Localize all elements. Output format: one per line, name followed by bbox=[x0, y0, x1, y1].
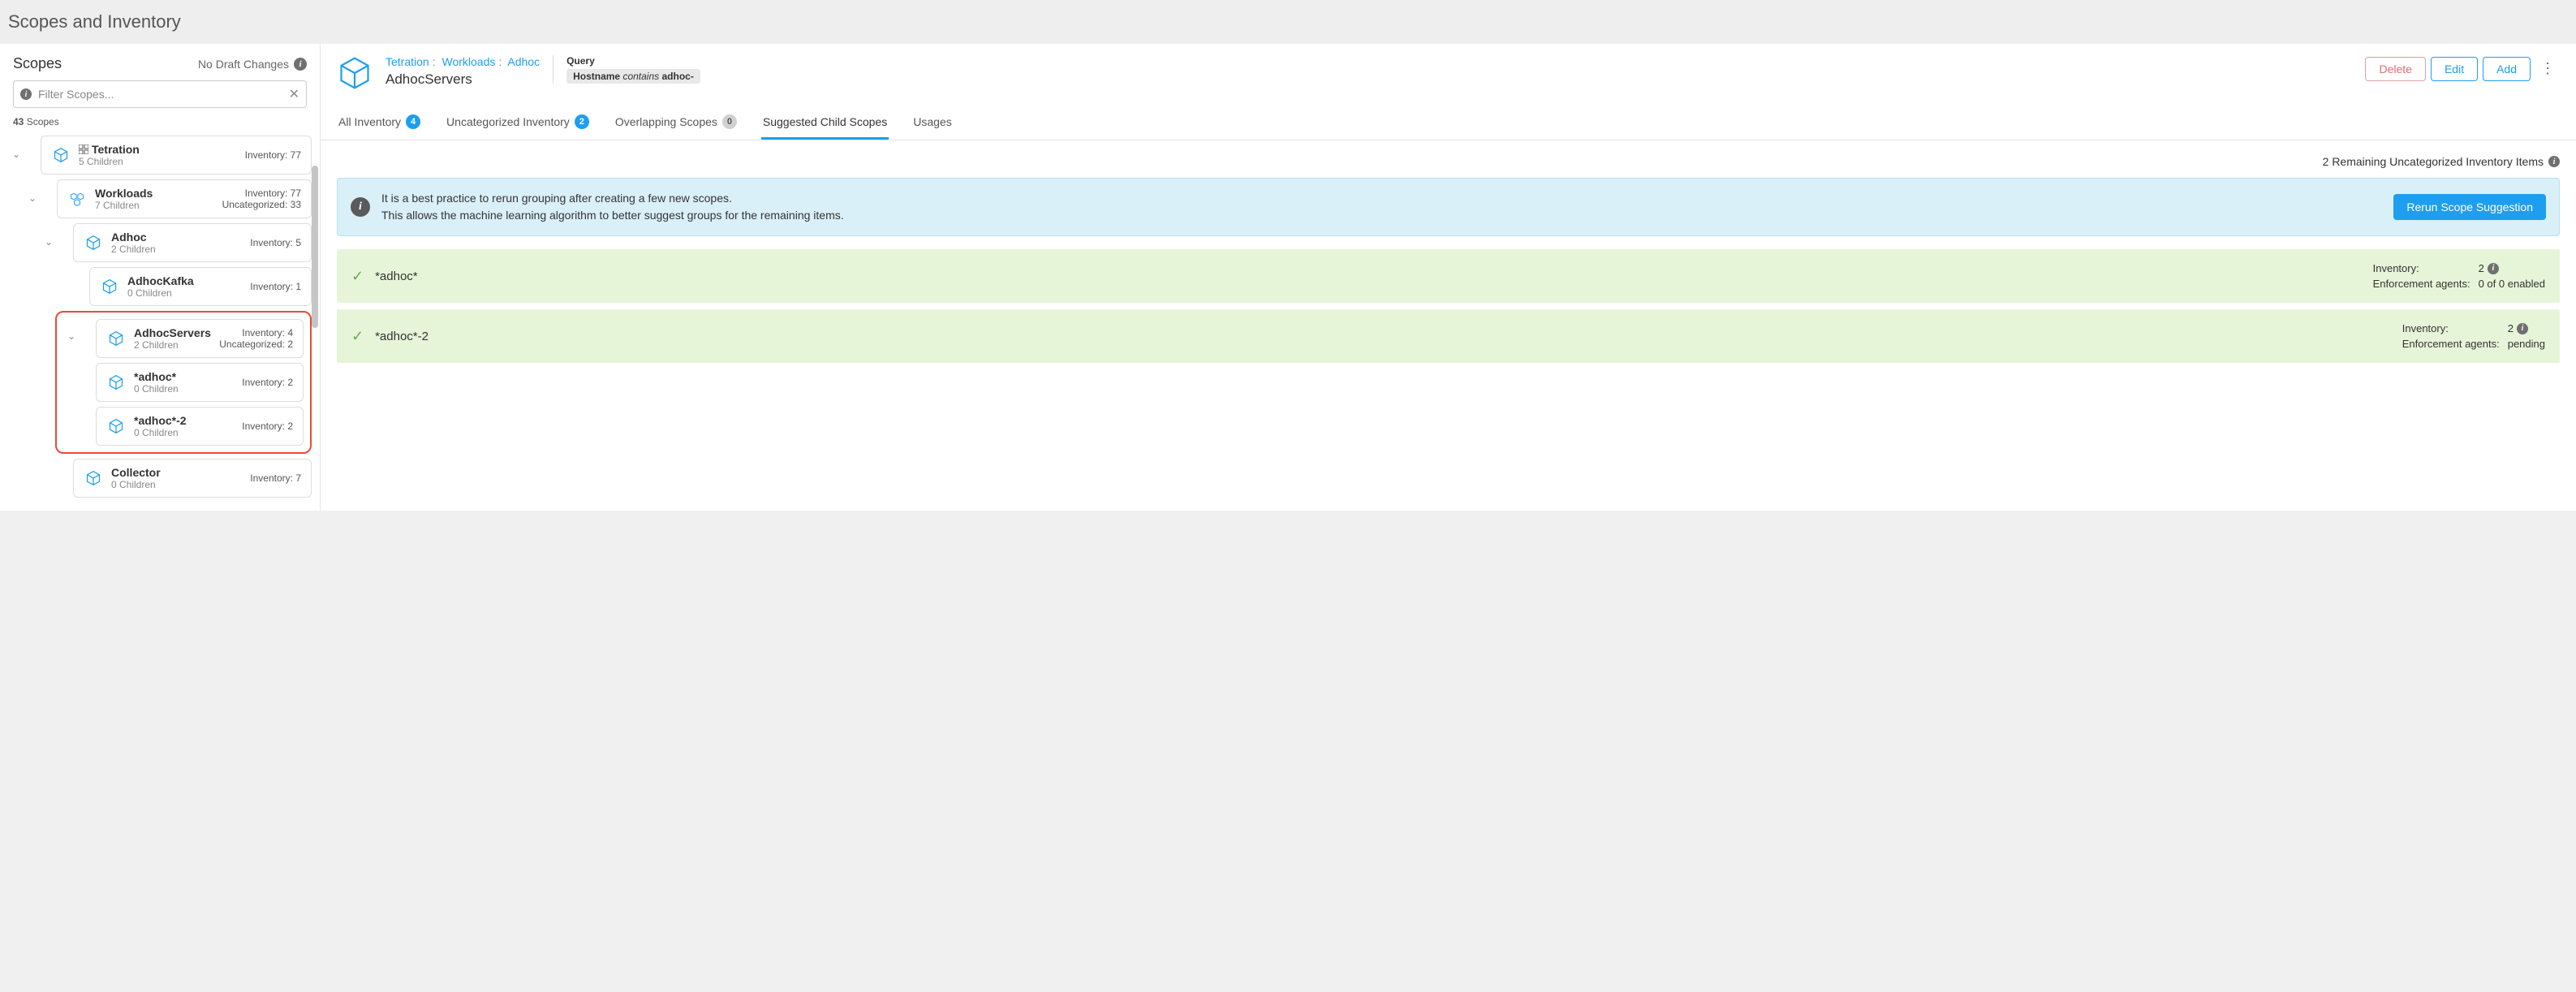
info-icon[interactable]: i bbox=[2517, 323, 2528, 334]
tree-node-collector[interactable]: Collector 0 Children Inventory: 7 bbox=[73, 459, 312, 498]
cubes-icon bbox=[69, 191, 85, 207]
cube-icon bbox=[85, 470, 101, 486]
more-icon[interactable]: ⋮ bbox=[2535, 55, 2560, 82]
tree-node-adhoc-star[interactable]: *adhoc* 0 Children Inventory: 2 bbox=[96, 363, 304, 402]
cube-icon bbox=[108, 418, 124, 434]
scope-count: 43 Scopes bbox=[0, 116, 320, 136]
tab-uncategorized[interactable]: Uncategorized Inventory2 bbox=[445, 106, 591, 140]
info-icon[interactable]: i bbox=[2488, 263, 2499, 274]
tree-node-adhoc-star-2[interactable]: *adhoc*-2 0 Children Inventory: 2 bbox=[96, 407, 304, 446]
tab-overlapping[interactable]: Overlapping Scopes0 bbox=[614, 106, 739, 140]
value: pending bbox=[2508, 338, 2545, 350]
cube-icon bbox=[108, 330, 124, 347]
filter-scopes-field[interactable]: i ✕ bbox=[13, 80, 307, 108]
filter-input[interactable] bbox=[38, 88, 282, 101]
query-label: Query bbox=[566, 55, 700, 67]
badge: 4 bbox=[406, 114, 420, 129]
suggestion-name: *adhoc*-2 bbox=[375, 330, 2391, 343]
tab-all-inventory[interactable]: All Inventory4 bbox=[337, 106, 422, 140]
edit-button[interactable]: Edit bbox=[2431, 57, 2478, 81]
cube-icon bbox=[108, 374, 124, 390]
highlighted-subtree: ⌄ AdhocServers 2 Children Inventory: 4Un… bbox=[55, 311, 312, 454]
cube-icon bbox=[53, 147, 69, 163]
suggestion-row[interactable]: ✓ *adhoc* Inventory: 2i Enforcement agen… bbox=[337, 249, 2560, 303]
badge: 0 bbox=[722, 114, 737, 129]
tree-node-workloads[interactable]: Workloads 7 Children Inventory: 77Uncate… bbox=[57, 179, 312, 218]
page-title: Scopes and Inventory bbox=[0, 0, 2576, 44]
draft-status: No Draft Changes bbox=[198, 58, 289, 71]
tree-node-tetration[interactable]: Tetration 5 Children Inventory: 77 bbox=[41, 136, 312, 175]
badge: 2 bbox=[575, 114, 589, 129]
breadcrumb: Tetration: Workloads: Adhoc bbox=[386, 55, 540, 68]
info-icon: i bbox=[351, 197, 370, 217]
add-button[interactable]: Add bbox=[2483, 57, 2531, 81]
tabs: All Inventory4 Uncategorized Inventory2 … bbox=[321, 106, 2576, 140]
content-panel: Tetration: Workloads: Adhoc AdhocServers… bbox=[321, 44, 2576, 511]
check-icon: ✓ bbox=[351, 268, 364, 285]
tab-usages[interactable]: Usages bbox=[911, 106, 953, 140]
cube-icon bbox=[337, 55, 373, 91]
tree-node-adhocservers[interactable]: AdhocServers 2 Children Inventory: 4Unca… bbox=[96, 319, 304, 358]
remaining-items: 2 Remaining Uncategorized Inventory Item… bbox=[337, 155, 2560, 168]
delete-button[interactable]: Delete bbox=[2365, 57, 2425, 81]
label: Inventory: bbox=[2402, 322, 2500, 334]
rerun-alert: i It is a best practice to rerun groupin… bbox=[337, 178, 2560, 236]
breadcrumb-tetration[interactable]: Tetration bbox=[386, 55, 429, 68]
close-icon[interactable]: ✕ bbox=[289, 86, 299, 102]
breadcrumb-workloads[interactable]: Workloads bbox=[442, 55, 495, 68]
query-block: Query Hostname contains adhoc- bbox=[553, 55, 700, 84]
alert-line: This allows the machine learning algorit… bbox=[381, 207, 2382, 224]
breadcrumb-adhoc[interactable]: Adhoc bbox=[507, 55, 540, 68]
value: 2 bbox=[2508, 322, 2514, 334]
cube-icon bbox=[85, 235, 101, 251]
chevron-down-icon[interactable]: ⌄ bbox=[41, 223, 57, 248]
label: Enforcement agents: bbox=[2373, 278, 2470, 290]
scope-name: AdhocServers bbox=[386, 71, 540, 88]
cube-icon bbox=[101, 278, 118, 295]
check-icon: ✓ bbox=[351, 328, 364, 345]
query-pill: Hostname contains adhoc- bbox=[566, 69, 700, 84]
label: Inventory: bbox=[2373, 262, 2470, 274]
alert-line: It is a best practice to rerun grouping … bbox=[381, 190, 2382, 207]
info-icon[interactable]: i bbox=[294, 58, 307, 71]
info-icon[interactable]: i bbox=[2548, 156, 2560, 167]
suggestion-row[interactable]: ✓ *adhoc*-2 Inventory: 2i Enforcement ag… bbox=[337, 309, 2560, 363]
tree-node-adhoc[interactable]: Adhoc 2 Children Inventory: 5 bbox=[73, 223, 312, 262]
tab-suggested[interactable]: Suggested Child Scopes bbox=[761, 106, 889, 140]
tree-node-adhockafka[interactable]: AdhocKafka 0 Children Inventory: 1 bbox=[89, 267, 312, 306]
rerun-button[interactable]: Rerun Scope Suggestion bbox=[2393, 194, 2546, 220]
suggestion-name: *adhoc* bbox=[375, 270, 2362, 283]
info-icon: i bbox=[20, 88, 32, 100]
value: 2 bbox=[2479, 262, 2484, 274]
sidebar: Scopes No Draft Changes i i ✕ 43 Scopes … bbox=[0, 44, 321, 511]
scrollbar-thumb[interactable] bbox=[312, 166, 318, 328]
value: 0 of 0 enabled bbox=[2479, 278, 2545, 290]
label: Enforcement agents: bbox=[2402, 338, 2500, 350]
chevron-down-icon[interactable]: ⌄ bbox=[24, 179, 41, 204]
chevron-down-icon[interactable]: ⌄ bbox=[63, 319, 80, 342]
sidebar-title: Scopes bbox=[13, 55, 62, 72]
chevron-down-icon[interactable]: ⌄ bbox=[8, 136, 24, 160]
grid-icon bbox=[79, 144, 88, 154]
